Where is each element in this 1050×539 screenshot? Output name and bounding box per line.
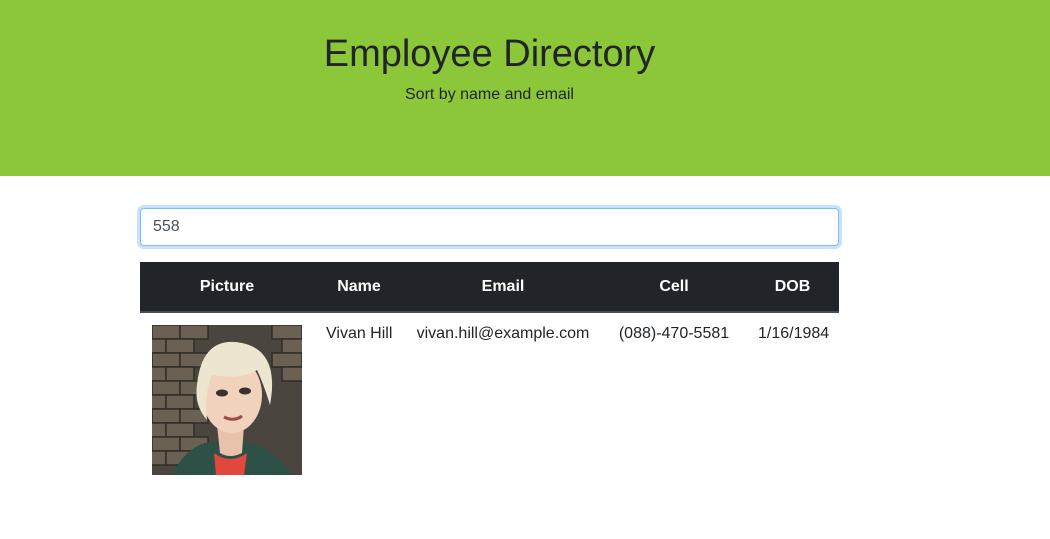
- dob-cell: 1/16/1984: [758, 325, 830, 342]
- search-input[interactable]: [140, 208, 839, 246]
- table-header-row: Picture Name Email Cell DOB: [140, 262, 839, 313]
- name-cell: Vivan Hill: [326, 325, 393, 342]
- email-cell: vivan.hill@example.com: [416, 325, 590, 342]
- table-row: Vivan Hill vivan.hill@example.com (088)-…: [140, 312, 839, 487]
- column-header-cell[interactable]: Cell: [602, 262, 746, 313]
- column-header-email[interactable]: Email: [404, 262, 602, 313]
- employee-photo: [152, 325, 302, 475]
- cell-phone-cell: (088)-470-5581: [618, 325, 730, 342]
- employee-table: Picture Name Email Cell DOB Vivan Hill v…: [140, 262, 839, 487]
- column-header-name[interactable]: Name: [314, 262, 404, 313]
- column-header-picture[interactable]: Picture: [140, 262, 314, 313]
- header-banner: Employee Directory Sort by name and emai…: [0, 0, 1050, 176]
- column-header-dob[interactable]: DOB: [746, 262, 839, 313]
- page-title: Employee Directory: [323, 33, 656, 75]
- picture-cell: [140, 312, 314, 487]
- page-subtitle: Sort by name and email: [405, 86, 574, 103]
